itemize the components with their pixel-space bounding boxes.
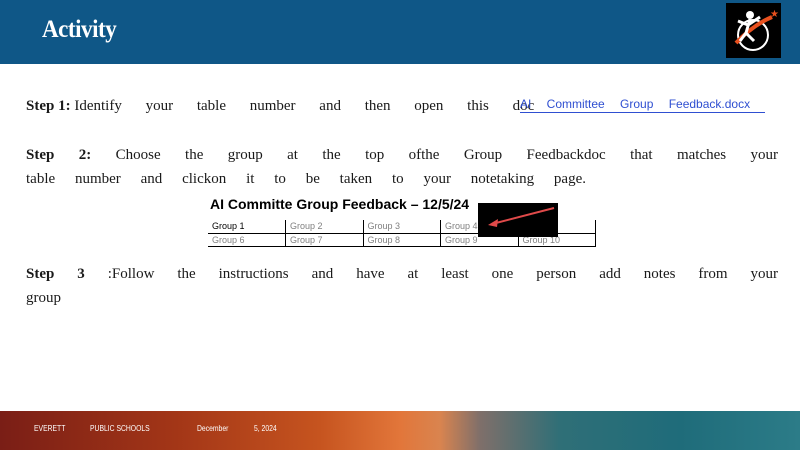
group-link[interactable]: Group 7 (285, 233, 364, 247)
step-2: Step 2: Choose the group at the top ofth… (26, 143, 778, 191)
step-2-text-b: table number and clickon it to be taken … (26, 171, 586, 187)
group-link[interactable]: Group 3 (363, 220, 441, 234)
header-bar: Activity ★ (0, 0, 800, 64)
svg-text:★: ★ (770, 9, 779, 20)
step-3-label: Step 3 (26, 266, 85, 282)
step-3: Step 3 :Follow the instructions and have… (26, 262, 778, 310)
page-title: Activity (42, 16, 117, 43)
step-2-label: Step 2: (26, 147, 92, 163)
footer-org-1: EVERETT (34, 424, 66, 433)
footer-month: December (197, 424, 229, 433)
step-3-text-a: :Follow the instructions and have at lea… (107, 266, 779, 282)
group-link[interactable]: Group 2 (285, 220, 364, 234)
group-link[interactable]: Group 8 (363, 233, 441, 247)
step-2-text-a: Choose the group at the top ofthe Group … (115, 147, 779, 163)
feedback-doc-link[interactable]: AI Committee Group Feedback.docx (520, 96, 765, 113)
footer-date: 5, 2024 (254, 424, 277, 433)
group-link[interactable]: Group 1 (208, 220, 286, 234)
red-arrow-icon (478, 203, 558, 237)
step-1-label: Step 1: (26, 98, 71, 114)
step-1-text: Identify your table number and then open… (74, 98, 535, 114)
group-link[interactable]: Group 6 (208, 233, 286, 247)
footer-org-2: PUBLIC SCHOOLS (90, 424, 150, 433)
eps-logo-icon: ★ (726, 3, 781, 58)
feedback-doc-title: AI Committe Group Feedback – 12/5/24 (210, 196, 470, 212)
step-3-text-b: group (26, 290, 61, 306)
